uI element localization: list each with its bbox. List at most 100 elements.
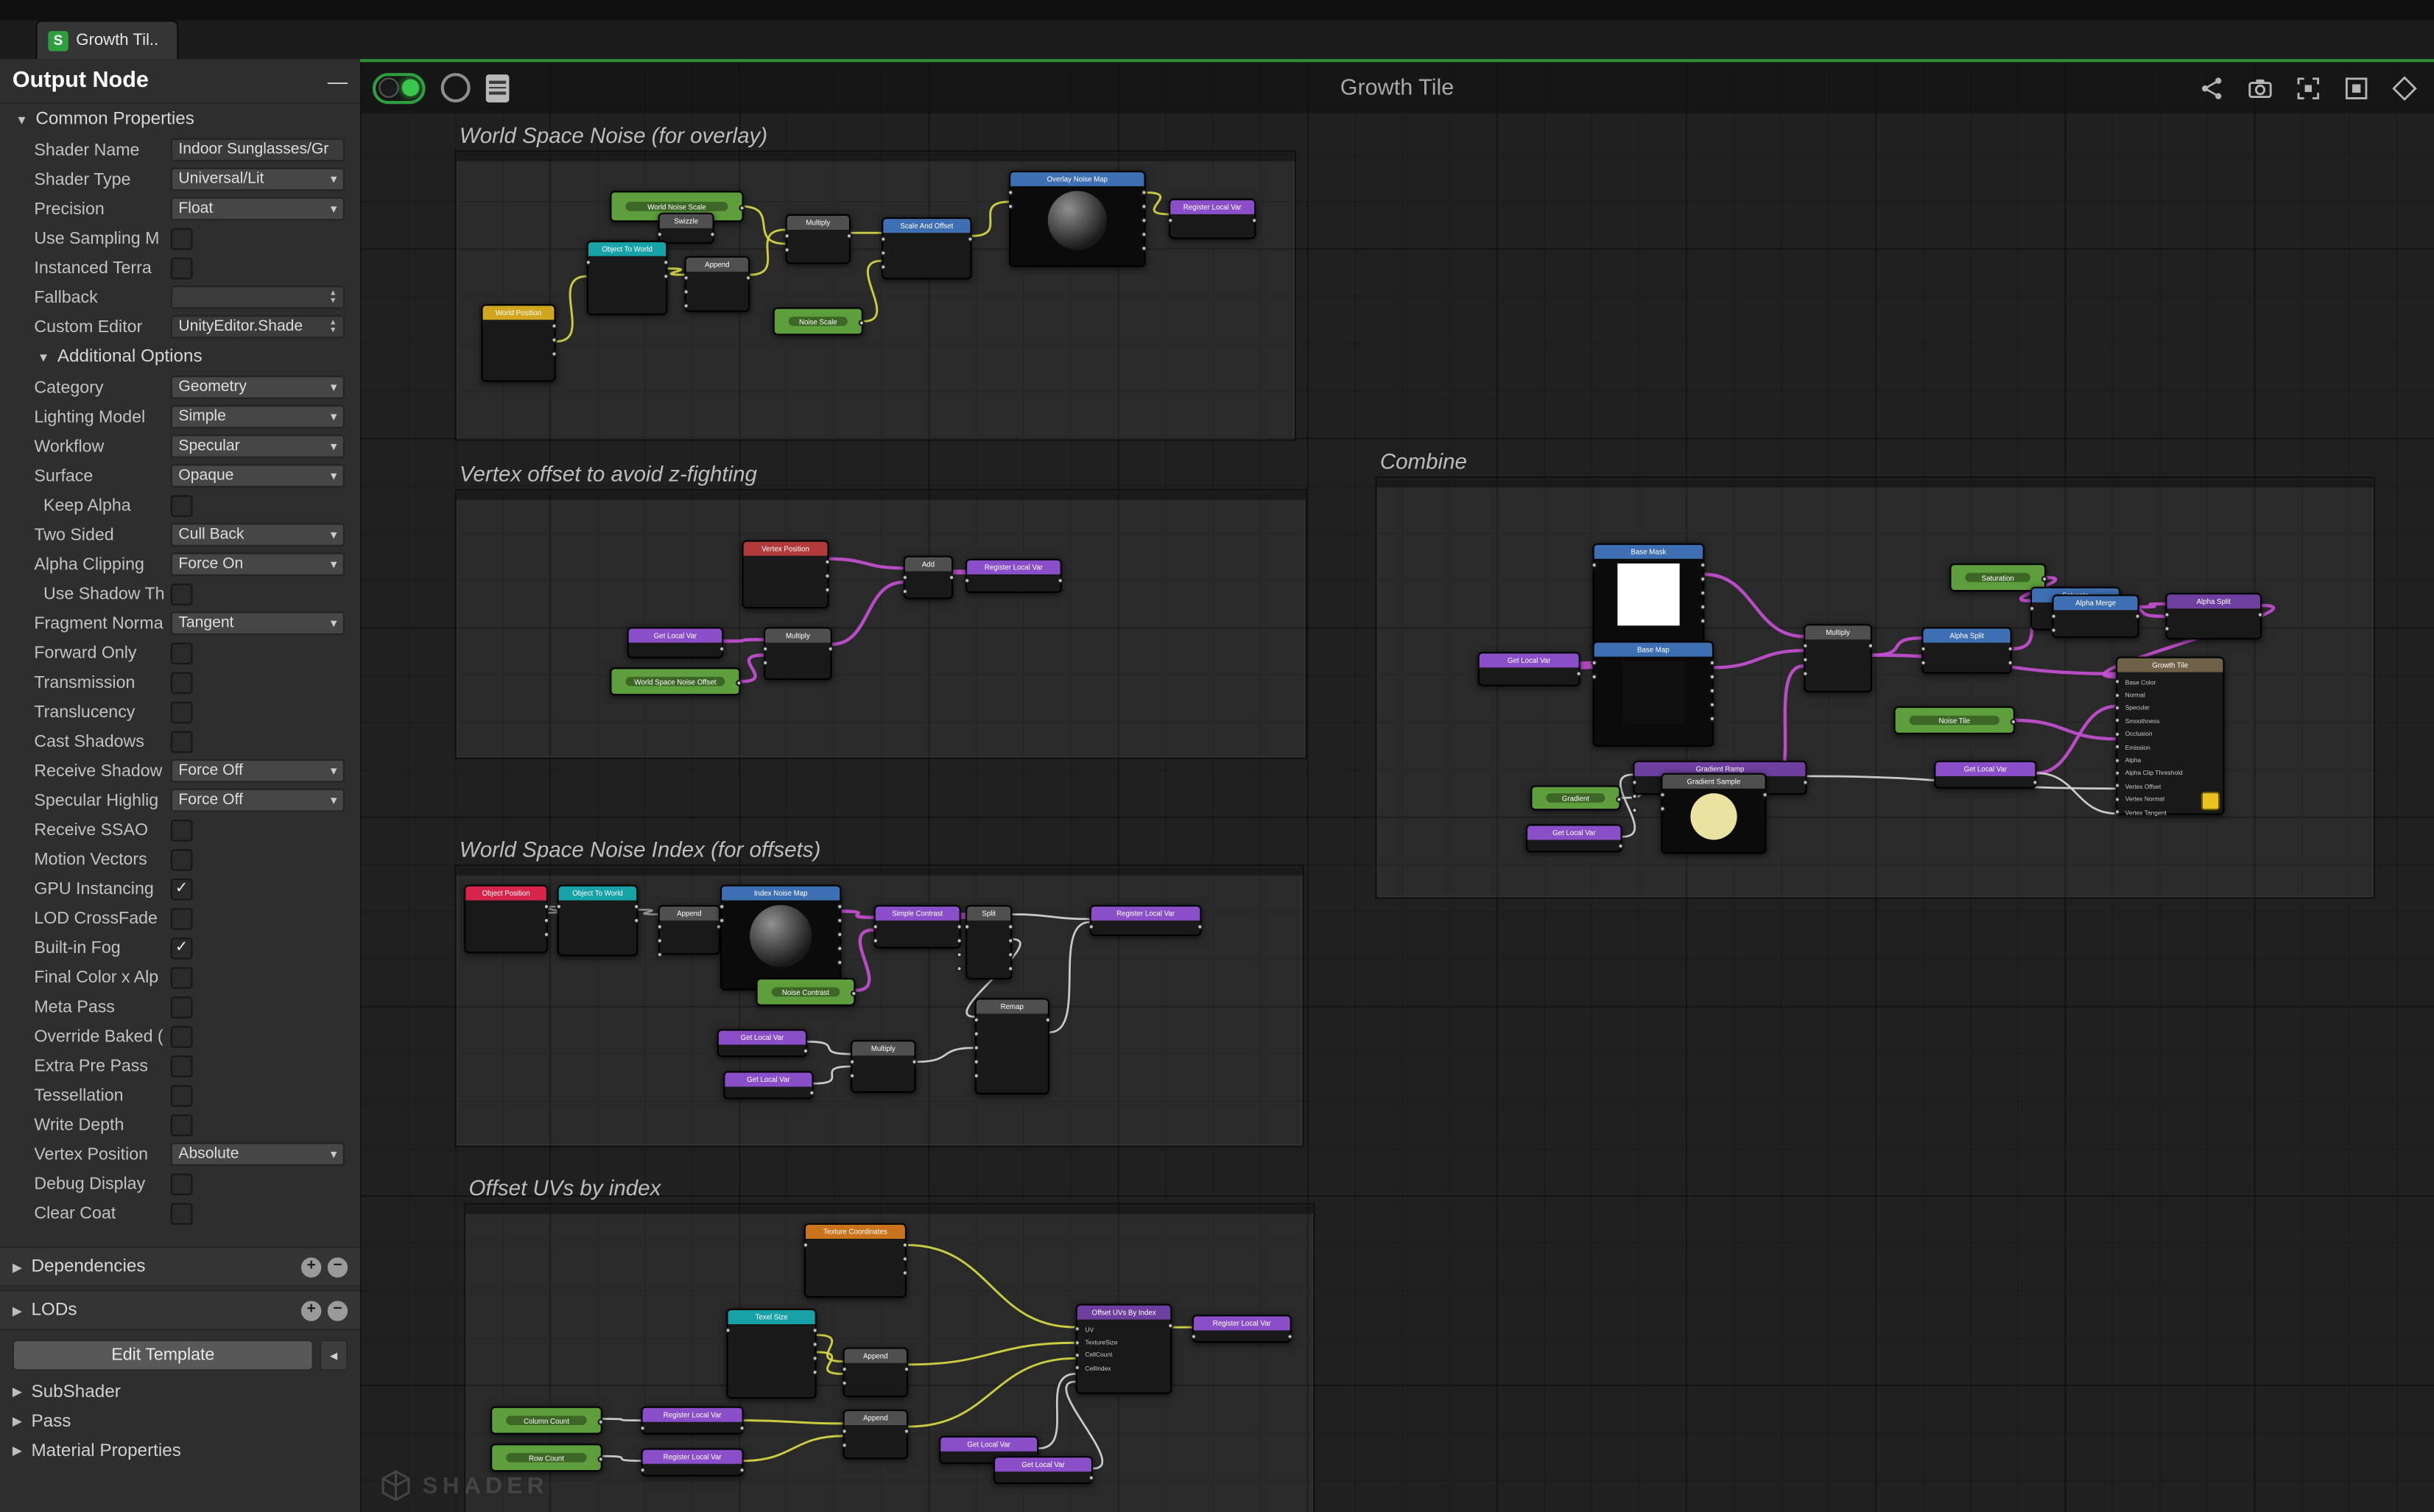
graph-node-remap[interactable]: Remap xyxy=(975,998,1049,1094)
input-port-icon[interactable] xyxy=(964,924,970,929)
output-port-icon[interactable] xyxy=(1762,792,1768,798)
wire[interactable] xyxy=(907,1245,1076,1327)
graph-node-add[interactable]: Add xyxy=(904,556,953,599)
graph-node-multiply[interactable]: Multiply xyxy=(851,1040,916,1093)
common-properties-foldout[interactable]: ▼ Common Properties xyxy=(0,104,360,135)
focus-selection-icon[interactable] xyxy=(2294,74,2322,102)
input-port-icon[interactable] xyxy=(1920,660,1926,666)
output-port-icon[interactable] xyxy=(859,320,865,326)
output-port-icon[interactable] xyxy=(1088,1474,1094,1480)
wire[interactable] xyxy=(602,1456,641,1460)
output-port-icon[interactable] xyxy=(1802,779,1808,785)
input-port-icon[interactable] xyxy=(784,233,789,239)
graph-node-scale-and-offset[interactable]: Scale And Offset xyxy=(882,217,971,279)
input-port-icon[interactable] xyxy=(841,1380,847,1386)
output-port-icon[interactable] xyxy=(739,1467,745,1473)
graph-node-append[interactable]: Append xyxy=(658,905,720,954)
input-port-icon[interactable] xyxy=(803,1242,809,1248)
output-port-icon[interactable] xyxy=(902,1270,908,1276)
output-port-icon[interactable] xyxy=(1007,924,1013,929)
input-port-icon[interactable] xyxy=(1631,779,1637,785)
output-port-icon[interactable] xyxy=(739,1425,745,1431)
graph-node-noise-contrast[interactable]: Noise Contrast xyxy=(756,978,855,1006)
dropdown-receive-shadow[interactable]: Force Off▾ xyxy=(171,759,345,783)
graph-node-object-to-world[interactable]: Object To World xyxy=(587,241,668,315)
edit-template-button[interactable]: Edit Template xyxy=(13,1340,314,1371)
checkbox-tessellation[interactable] xyxy=(171,1084,193,1106)
input-port-icon[interactable] xyxy=(719,918,725,924)
input-port-icon[interactable] xyxy=(1659,792,1665,798)
output-port-icon[interactable] xyxy=(837,932,843,938)
graph-node-noise-scale[interactable]: Noise Scale xyxy=(773,307,863,335)
graph-node-growth-tile[interactable]: Growth TileBase ColorNormalSpecularSmoot… xyxy=(2116,657,2225,815)
graph-node-multiply[interactable]: Multiply xyxy=(786,214,851,264)
output-port-icon[interactable] xyxy=(809,1090,815,1096)
output-port-icon[interactable] xyxy=(544,904,549,910)
input-port-icon[interactable] xyxy=(1007,189,1013,195)
output-port-icon[interactable] xyxy=(1709,702,1715,708)
collapse-panel-icon[interactable]: — xyxy=(328,69,348,93)
checkbox-use-sampling-m[interactable] xyxy=(171,228,193,250)
output-port-icon[interactable] xyxy=(1868,643,1874,649)
graph-node-register-local-var[interactable]: Register Local Var xyxy=(1169,199,1256,239)
dropdown-workflow[interactable]: Specular▾ xyxy=(171,435,345,458)
stepper-icons[interactable]: ▲▼ xyxy=(329,320,337,334)
graph-node-get-local-var[interactable]: Get Local Var xyxy=(627,627,724,658)
output-port-icon[interactable] xyxy=(824,573,830,579)
input-port-icon[interactable] xyxy=(1920,646,1926,652)
wire[interactable] xyxy=(1012,914,1089,918)
output-port-icon[interactable] xyxy=(956,966,962,971)
input-port-icon[interactable] xyxy=(1167,217,1173,223)
output-port-icon[interactable] xyxy=(1700,562,1706,568)
input-port-icon[interactable] xyxy=(1802,657,1808,663)
checkbox-motion-vectors[interactable] xyxy=(171,848,193,871)
output-port-icon[interactable] xyxy=(1709,660,1715,666)
input-port-icon[interactable] xyxy=(1088,924,1094,929)
output-port-icon[interactable] xyxy=(1575,671,1581,677)
output-port-icon[interactable] xyxy=(911,1059,917,1065)
wire[interactable] xyxy=(817,1335,843,1362)
wire[interactable] xyxy=(817,1352,843,1374)
live-preview-toggle[interactable] xyxy=(373,72,426,103)
graph-node-alpha-split[interactable]: Alpha Split xyxy=(1921,627,2011,674)
checkbox-built-in-fog[interactable]: ✓ xyxy=(171,937,193,959)
graph-node-noise-tile[interactable]: Noise Tile xyxy=(1894,706,2015,734)
wire[interactable] xyxy=(2036,773,2115,814)
input-port-icon[interactable] xyxy=(841,1442,847,1448)
dropdown-two-sided[interactable]: Cull Back▾ xyxy=(171,523,345,546)
wire[interactable] xyxy=(863,261,882,321)
output-port-icon[interactable] xyxy=(812,1355,817,1361)
output-port-icon[interactable] xyxy=(633,918,639,924)
input-port-icon[interactable] xyxy=(1631,793,1637,799)
wire[interactable] xyxy=(1872,638,1921,655)
dropdown-precision[interactable]: Float▾ xyxy=(171,197,345,221)
screenshot-camera-icon[interactable] xyxy=(2246,74,2274,102)
input-port-icon[interactable] xyxy=(2164,625,2170,631)
output-port-icon[interactable] xyxy=(739,205,745,211)
input-port-icon[interactable] xyxy=(2029,605,2035,611)
wire[interactable] xyxy=(832,582,904,644)
output-port-icon[interactable] xyxy=(719,646,725,652)
wire[interactable] xyxy=(744,1421,843,1424)
fit-view-icon[interactable] xyxy=(2343,74,2371,102)
output-port-icon[interactable] xyxy=(956,924,962,929)
output-port-icon[interactable] xyxy=(967,236,973,242)
output-port-icon[interactable] xyxy=(544,918,549,924)
section-dependencies[interactable]: ▶Dependencies+− xyxy=(0,1247,360,1287)
output-port-icon[interactable] xyxy=(1141,231,1147,237)
checkbox-gpu-instancing[interactable]: ✓ xyxy=(171,878,193,900)
remove-lods-button[interactable]: − xyxy=(328,1300,348,1320)
output-port-icon[interactable] xyxy=(1709,674,1715,680)
graph-canvas[interactable]: SHADER World Space Noise (for overlay)Ve… xyxy=(360,59,2434,1512)
output-port-icon[interactable] xyxy=(736,680,742,686)
graph-node-swizzle[interactable]: Swizzle xyxy=(658,213,714,244)
output-port-icon[interactable] xyxy=(1045,1017,1051,1023)
add-dependencies-button[interactable]: + xyxy=(301,1256,321,1276)
input-port-icon[interactable] xyxy=(873,938,879,943)
dropdown-lighting-model[interactable]: Simple▾ xyxy=(171,405,345,429)
output-port-icon[interactable] xyxy=(824,559,830,565)
output-port-icon[interactable] xyxy=(837,904,843,910)
checkbox-lod-crossfade[interactable] xyxy=(171,907,193,929)
output-port-icon[interactable] xyxy=(1709,716,1715,722)
input-port-icon[interactable] xyxy=(974,1017,979,1023)
